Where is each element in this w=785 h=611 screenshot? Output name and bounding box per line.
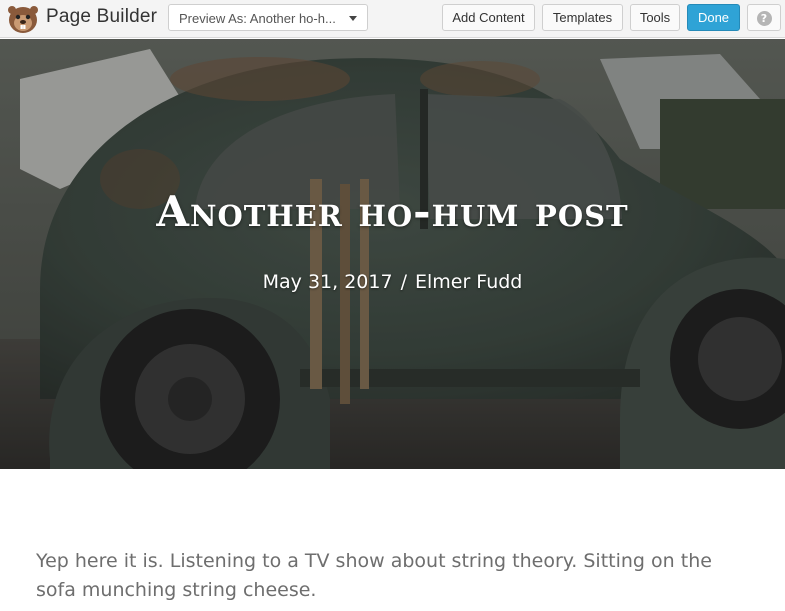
meta-separator: / <box>400 271 407 293</box>
help-icon: ? <box>756 11 772 26</box>
post-body-paragraph: Yep here it is. Listening to a TV show a… <box>36 550 712 601</box>
caret-down-icon <box>349 16 357 21</box>
done-button[interactable]: Done <box>687 4 740 31</box>
post-author[interactable]: Elmer Fudd <box>415 271 522 293</box>
tools-button[interactable]: Tools <box>630 4 680 31</box>
add-content-button[interactable]: Add Content <box>442 4 535 31</box>
post-content: Yep here it is. Listening to a TV show a… <box>36 547 756 605</box>
post-meta: May 31, 2017 / Elmer Fudd <box>0 271 785 293</box>
beaver-logo-icon <box>6 3 40 35</box>
preview-as-value: Preview As: Another ho-h... <box>179 11 336 26</box>
help-button[interactable]: ? <box>747 4 781 31</box>
templates-button[interactable]: Templates <box>542 4 623 31</box>
preview-as-select[interactable]: Preview As: Another ho-h... <box>168 4 368 31</box>
post-hero: Another ho-hum post May 31, 2017 / Elmer F… <box>0 39 785 469</box>
post-date: May 31, 2017 <box>262 271 393 293</box>
hero-overlay <box>0 39 785 469</box>
post-title: Another ho-hum post <box>156 187 629 236</box>
app-title: Page Builder <box>46 6 158 27</box>
page-builder-toolbar: Page Builder Preview As: Another ho-h...… <box>0 0 785 38</box>
